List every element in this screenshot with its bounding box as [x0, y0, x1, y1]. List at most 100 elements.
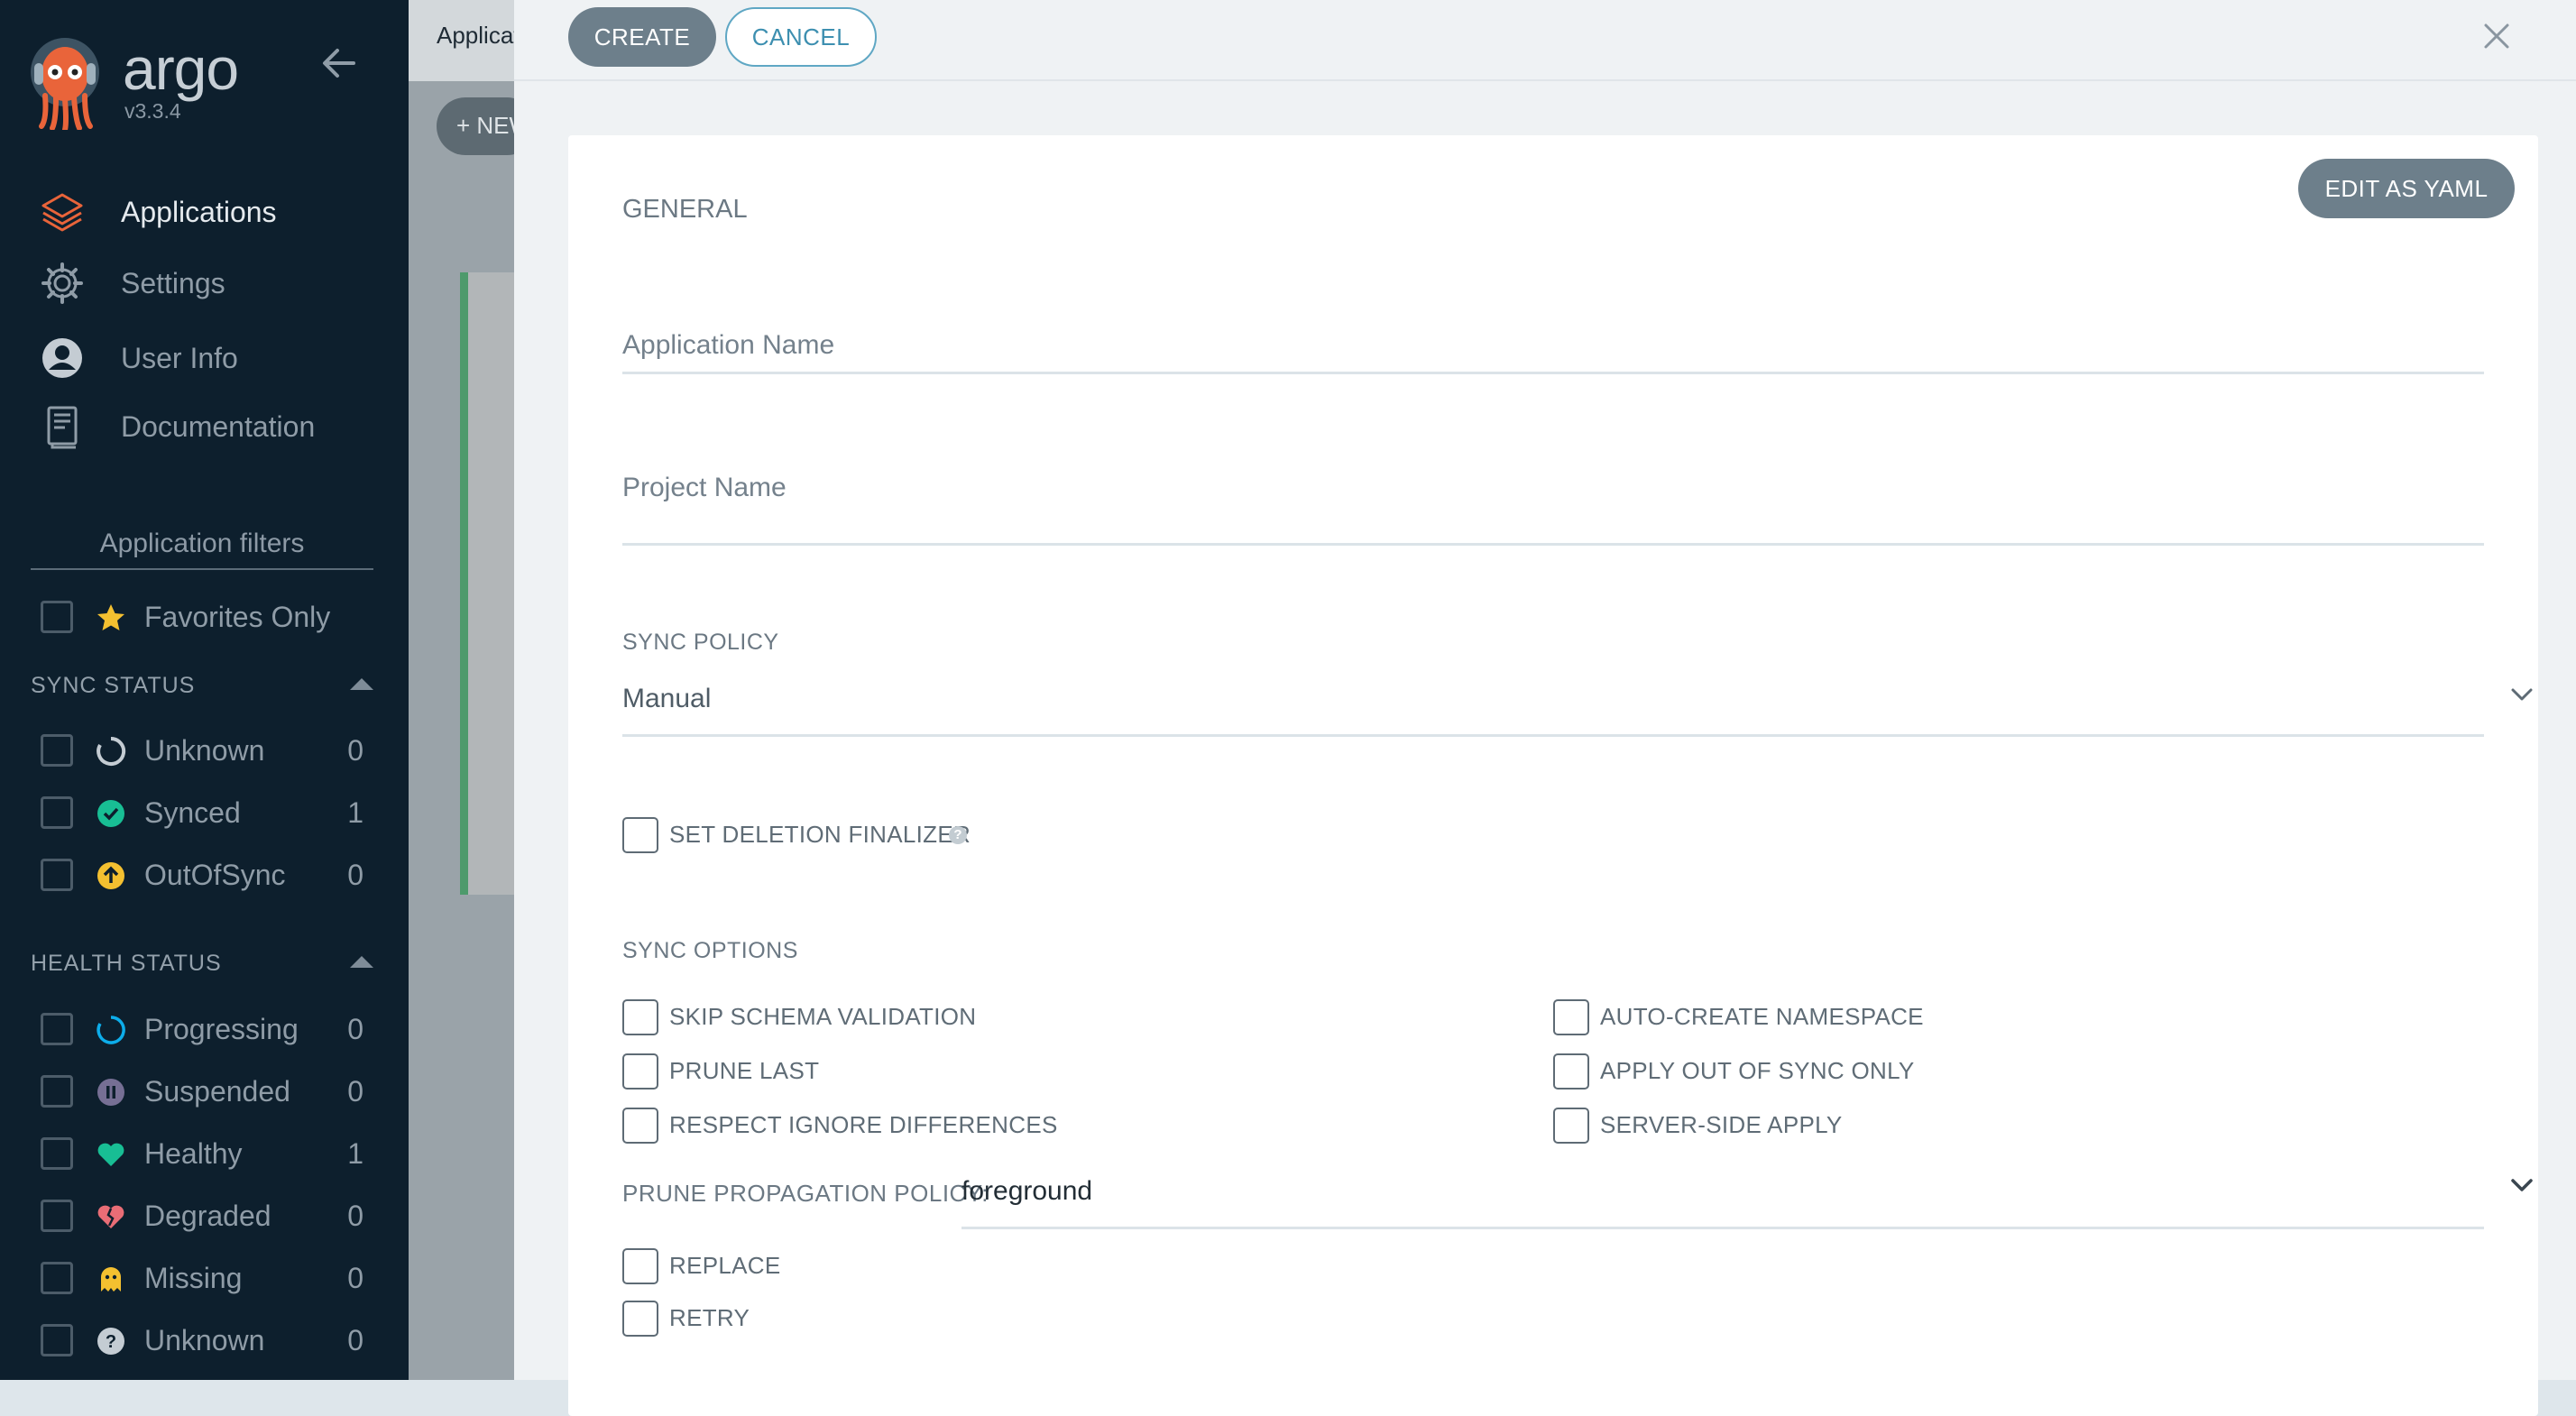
collapse-sidebar-button[interactable] — [317, 41, 361, 85]
set-deletion-finalizer-label: SET DELETION FINALIZER — [669, 821, 971, 848]
filter-checkbox[interactable] — [41, 796, 73, 829]
retry-checkbox[interactable] — [622, 1301, 658, 1337]
filter-health-degraded: Degraded 0 — [0, 1189, 409, 1243]
retry-label: RETRY — [669, 1304, 750, 1331]
filter-count: 1 — [347, 796, 363, 829]
filter-label: Suspended — [144, 1075, 290, 1108]
auto-create-namespace-label: AUTO-CREATE NAMESPACE — [1600, 1003, 1924, 1030]
filter-count: 0 — [347, 1075, 363, 1108]
filter-favorites: Favorites Only — [0, 590, 409, 644]
nav-label: Settings — [121, 266, 225, 299]
filters-title: Application filters — [99, 529, 305, 558]
filter-checkbox[interactable] — [41, 1013, 73, 1045]
svg-text:?: ? — [106, 1332, 116, 1352]
nav-item-documentation[interactable]: Documentation — [0, 395, 409, 458]
nav-item-settings[interactable]: Settings — [0, 252, 409, 315]
filter-health-missing: Missing 0 — [0, 1251, 409, 1305]
close-panel-button[interactable] — [2479, 18, 2515, 54]
filter-label: Degraded — [144, 1200, 271, 1232]
book-icon — [40, 404, 85, 449]
filter-count: 0 — [347, 734, 363, 767]
project-name-input[interactable] — [622, 543, 2484, 546]
filter-label: Progressing — [144, 1013, 299, 1045]
filter-checkbox[interactable] — [41, 1262, 73, 1294]
nav-item-user-info[interactable]: User Info — [0, 326, 409, 390]
server-side-apply-checkbox[interactable] — [1553, 1108, 1589, 1144]
gear-icon — [40, 261, 85, 306]
collapse-caret-icon[interactable] — [350, 678, 373, 690]
filter-health-healthy: Healthy 1 — [0, 1126, 409, 1181]
replace-checkbox[interactable] — [622, 1248, 658, 1284]
form-card: EDIT AS YAML GENERAL Application Name Pr… — [568, 135, 2538, 1416]
brand-name: argo — [123, 35, 239, 102]
set-deletion-finalizer-checkbox[interactable] — [622, 817, 658, 853]
nav-item-applications[interactable]: Applications — [0, 180, 409, 244]
filter-label: Healthy — [144, 1137, 243, 1170]
argo-logo — [29, 36, 101, 133]
filter-checkbox[interactable] — [41, 1137, 73, 1170]
prune-last-checkbox[interactable] — [622, 1053, 658, 1090]
skip-schema-validation-label: SKIP SCHEMA VALIDATION — [669, 1003, 977, 1030]
question-circle-icon: ? — [96, 1326, 126, 1356]
cancel-button[interactable]: CANCEL — [725, 7, 877, 67]
pause-circle-icon — [96, 1077, 126, 1108]
sync-status-title: SYNC STATUS — [31, 673, 196, 698]
filter-label: Unknown — [144, 734, 265, 767]
filter-count: 0 — [347, 1262, 363, 1294]
chevron-down-icon[interactable] — [2509, 682, 2535, 707]
respect-ignore-differences-checkbox[interactable] — [622, 1108, 658, 1144]
skip-schema-validation-checkbox[interactable] — [622, 999, 658, 1035]
filter-count: 0 — [347, 859, 363, 891]
filter-checkbox[interactable] — [41, 734, 73, 767]
ghost-icon — [96, 1264, 126, 1294]
filter-label: Missing — [144, 1262, 243, 1294]
application-name-input[interactable] — [622, 372, 2484, 374]
sync-policy-underline — [622, 734, 2484, 737]
server-side-apply-label: SERVER-SIDE APPLY — [1600, 1111, 1843, 1138]
sync-policy-select[interactable]: Manual — [622, 684, 711, 714]
favorites-checkbox[interactable] — [41, 601, 73, 633]
filter-checkbox[interactable] — [41, 1075, 73, 1108]
filter-label: OutOfSync — [144, 859, 286, 891]
divider — [31, 568, 373, 570]
collapse-caret-icon[interactable] — [350, 956, 373, 968]
filter-sync-outofsync: OutOfSync 0 — [0, 848, 409, 902]
star-icon — [96, 602, 126, 633]
filter-checkbox[interactable] — [41, 859, 73, 891]
filter-health-unknown: ? Unknown 0 — [0, 1313, 409, 1367]
prune-last-label: PRUNE LAST — [669, 1057, 820, 1084]
apply-out-of-sync-only-checkbox[interactable] — [1553, 1053, 1589, 1090]
spinner-icon — [96, 1015, 126, 1045]
auto-create-namespace-checkbox[interactable] — [1553, 999, 1589, 1035]
filter-health-suspended: Suspended 0 — [0, 1064, 409, 1118]
nav-label: Documentation — [121, 409, 316, 443]
broken-heart-icon — [96, 1201, 126, 1232]
favorites-label: Favorites Only — [144, 601, 331, 633]
arrow-left-icon — [323, 49, 355, 78]
layers-icon — [40, 189, 85, 234]
chevron-down-icon[interactable] — [2509, 1172, 2535, 1198]
filter-label: Unknown — [144, 1324, 265, 1356]
filter-label: Synced — [144, 796, 241, 829]
prune-propagation-policy-select[interactable]: foreground — [961, 1176, 1092, 1207]
sync-policy-label: SYNC POLICY — [622, 630, 779, 655]
sidebar: argo v3.3.4 Applications Settings User I… — [0, 0, 409, 1380]
edit-as-yaml-button[interactable]: EDIT AS YAML — [2298, 159, 2515, 218]
project-name-label: Project Name — [622, 473, 787, 502]
filter-count: 0 — [347, 1200, 363, 1232]
panel-toolbar: CREATE CANCEL — [514, 0, 2576, 81]
create-app-panel: CREATE CANCEL EDIT AS YAML GENERAL Appli… — [514, 0, 2576, 1416]
arrow-up-circle-icon — [96, 860, 126, 891]
filter-checkbox[interactable] — [41, 1200, 73, 1232]
close-icon — [2484, 23, 2509, 49]
filter-count: 0 — [347, 1324, 363, 1356]
filter-checkbox[interactable] — [41, 1324, 73, 1356]
version-label: v3.3.4 — [124, 99, 181, 123]
background-page-title: Applications — [437, 22, 514, 49]
circle-notch-icon — [96, 736, 126, 767]
health-status-title: HEALTH STATUS — [31, 951, 222, 976]
help-icon[interactable]: ? — [949, 826, 967, 844]
create-button[interactable]: CREATE — [568, 7, 716, 67]
heart-icon — [96, 1139, 126, 1170]
user-icon — [40, 336, 85, 381]
